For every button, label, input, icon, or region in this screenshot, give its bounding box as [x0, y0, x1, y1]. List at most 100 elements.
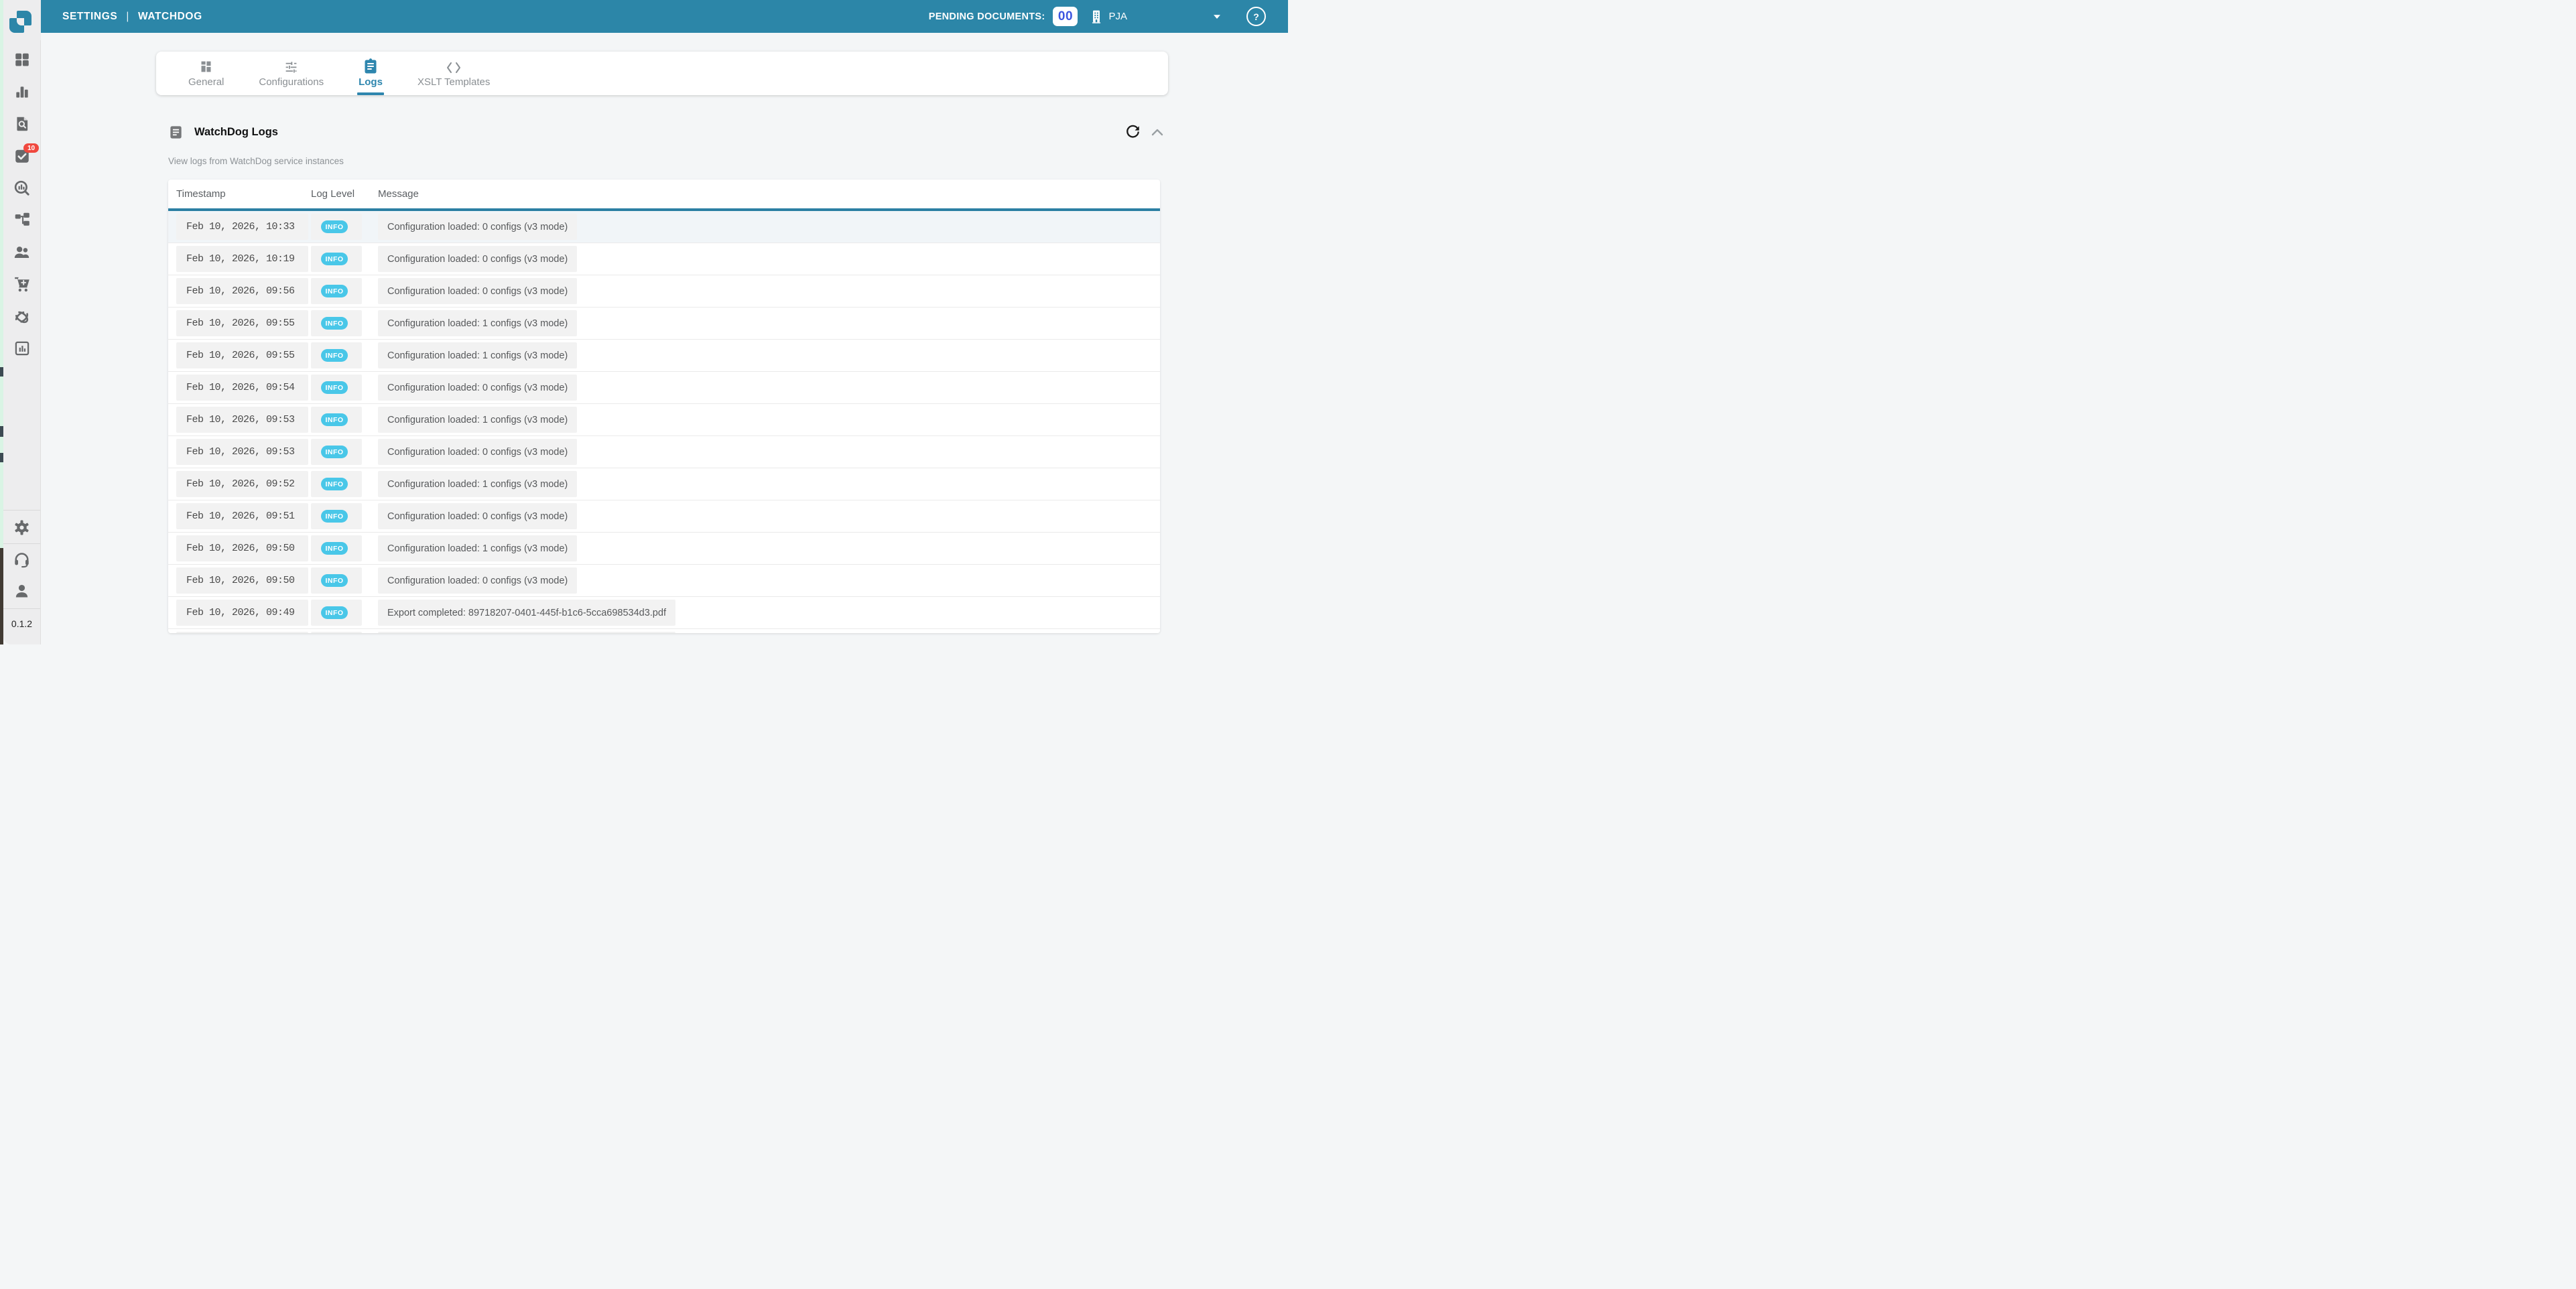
- account-menu-button[interactable]: [1213, 14, 1221, 19]
- dashboard-icon: [13, 51, 31, 68]
- logs-table: Timestamp Log Level Message Feb 10, 2026…: [168, 180, 1160, 633]
- sidebar-item-settings[interactable]: [3, 516, 40, 539]
- log-level-badge: INFO: [321, 413, 348, 426]
- log-row[interactable]: Feb 10, 2026, 09:49 INFO Export completed:…: [168, 597, 1160, 629]
- help-icon: ?: [1253, 11, 1259, 22]
- log-level-badge: INFO: [321, 285, 348, 297]
- topbar: SETTINGS | WATCHDOG PENDING DOCUMENTS: 0…: [41, 0, 1288, 33]
- log-message: Configuration loaded: 0 configs (v3 mode…: [387, 511, 568, 522]
- sidebar-item-cart[interactable]: [3, 273, 40, 295]
- tab-configurations[interactable]: Configurations: [241, 52, 341, 95]
- log-row[interactable]: Feb 10, 2026, 10:19INFOConfiguration loa…: [168, 243, 1160, 275]
- column-header-loglevel[interactable]: Log Level: [311, 188, 378, 200]
- log-message: Configuration loaded: 1 configs (v3 mode…: [387, 350, 568, 361]
- log-message: Configuration loaded: 0 configs (v3 mode…: [387, 254, 568, 265]
- sidebar-item-search-analytics[interactable]: [3, 176, 40, 199]
- help-button[interactable]: ?: [1246, 7, 1266, 26]
- headset-icon: [13, 551, 31, 569]
- log-message: Export completed: 89718207-0401-445f-b1c…: [387, 608, 666, 618]
- sidebar-item-document-search[interactable]: [3, 113, 40, 135]
- organization-label: PJA: [1108, 11, 1127, 22]
- bar-chart-icon: [13, 83, 31, 100]
- sidebar-divider: [3, 608, 40, 609]
- table-header-row: Timestamp Log Level Message: [168, 180, 1160, 211]
- log-row[interactable]: Feb 10, 2026, 09:55 INFO Configuration loa…: [168, 340, 1160, 372]
- refresh-icon: [1125, 124, 1141, 139]
- tab-xslt-templates[interactable]: XSLT Templates: [400, 52, 507, 95]
- log-level-badge: INFO: [321, 606, 348, 619]
- log-row[interactable]: Feb 10, 2026, 09:50INFOConfiguration loa…: [168, 565, 1160, 597]
- log-row[interactable]: Feb 10, 2026, 09:53INFOConfiguration loa…: [168, 436, 1160, 468]
- tab-label: General: [188, 76, 224, 88]
- sidebar: 10 0.: [3, 0, 41, 644]
- tab-label: Configurations: [259, 76, 324, 88]
- collapse-panel-button[interactable]: [1151, 128, 1163, 136]
- topbar-right: PENDING DOCUMENTS: 00 PJA ?: [929, 7, 1288, 26]
- log-row[interactable]: Feb 10, 2026, 09:51INFOConfiguration loa…: [168, 500, 1160, 533]
- log-level-badge: INFO: [321, 478, 348, 490]
- log-message: Configuration loaded: 1 configs (v3 mode…: [387, 479, 568, 490]
- cart-add-icon: [13, 275, 31, 293]
- log-row[interactable]: Feb 10, 2026, 09:55INFOConfiguration loa…: [168, 308, 1160, 340]
- pending-documents-label: PENDING DOCUMENTS:: [929, 11, 1045, 22]
- sidebar-item-statistics[interactable]: [3, 337, 40, 360]
- sidebar-item-support[interactable]: [3, 548, 40, 571]
- app-logo[interactable]: [3, 0, 41, 40]
- refresh-button[interactable]: [1125, 124, 1141, 139]
- log-level-badge: INFO: [321, 510, 348, 523]
- log-timestamp: Feb 10, 2026, 09:56: [186, 285, 295, 297]
- sidebar-item-workflow[interactable]: [3, 208, 40, 230]
- app-version: 0.1.2: [3, 618, 40, 629]
- chart-box-icon: [13, 340, 31, 357]
- chevron-up-icon: [1151, 128, 1163, 136]
- search-analytics-icon: [13, 179, 31, 197]
- orbit-icon: [13, 308, 31, 326]
- sidebar-item-users[interactable]: [3, 241, 40, 263]
- sidebar-item-dashboard[interactable]: [3, 48, 40, 71]
- log-message: Configuration loaded: 1 configs (v3 mode…: [387, 318, 568, 329]
- article-icon: [168, 125, 184, 140]
- log-level-badge: INFO: [321, 349, 348, 362]
- sidebar-item-integrations[interactable]: [3, 306, 40, 328]
- sidebar-divider: [3, 543, 40, 544]
- tab-logs[interactable]: Logs: [341, 52, 400, 95]
- column-header-message[interactable]: Message: [378, 188, 419, 200]
- log-row[interactable]: Feb 10, 2026, 09:54 INFO Configuration loa…: [168, 372, 1160, 404]
- tasks-notification-badge: 10: [23, 143, 39, 153]
- tune-icon: [284, 59, 298, 74]
- pending-documents-count[interactable]: 00: [1053, 7, 1078, 26]
- people-icon: [13, 243, 31, 261]
- breadcrumb-divider: |: [126, 11, 129, 23]
- panel-subtitle: View logs from WatchDog service instance…: [168, 156, 344, 166]
- organization-selector[interactable]: PJA: [1088, 9, 1127, 25]
- log-timestamp: Feb 10, 2026, 09:55: [186, 350, 295, 361]
- log-message: Configuration loaded: 0 configs (v3 mode…: [387, 447, 568, 458]
- log-message: Configuration loaded: 0 configs (v3 mode…: [387, 383, 568, 393]
- log-row[interactable]: Feb 10, 2026, 09:56INFOConfiguration loa…: [168, 275, 1160, 308]
- log-row[interactable]: Feb 10, 2026, 09:50INFOConfiguration loa…: [168, 533, 1160, 565]
- log-timestamp: Feb 10, 2026, 10:19: [186, 253, 295, 265]
- log-row[interactable]: Feb 10, 2026, 09:52INFOConfiguration loa…: [168, 468, 1160, 500]
- tab-label: XSLT Templates: [417, 76, 490, 88]
- sidebar-item-profile[interactable]: [3, 580, 40, 602]
- workflow-tree-icon: [13, 210, 31, 228]
- log-level-badge: INFO: [321, 381, 348, 394]
- log-row[interactable]: Feb 10, 2026, 09:53INFOConfiguration loa…: [168, 404, 1160, 436]
- log-level-badge: INFO: [321, 542, 348, 555]
- log-row[interactable]: Feb 10, 2026, 10:33INFOConfiguration loa…: [168, 211, 1160, 243]
- log-row[interactable]: Feb 10, 2026, 09:48INFOExport completed:…: [168, 629, 1160, 633]
- tab-general[interactable]: General: [171, 52, 241, 95]
- clipboard-icon: [364, 59, 377, 74]
- log-timestamp: Feb 10, 2026, 09:54: [186, 382, 295, 393]
- person-icon: [13, 582, 31, 600]
- sidebar-item-reports[interactable]: [3, 80, 40, 103]
- panel-title: WatchDog Logs: [194, 126, 278, 139]
- settings-tabs: General Configurations Logs XSLT Templat…: [156, 52, 1168, 95]
- log-timestamp: Feb 10, 2026, 09:50: [186, 543, 295, 554]
- breadcrumb: SETTINGS | WATCHDOG: [62, 11, 202, 23]
- log-level-badge: INFO: [321, 446, 348, 458]
- sidebar-divider: [3, 510, 40, 511]
- column-header-timestamp[interactable]: Timestamp: [176, 188, 311, 200]
- log-timestamp: Feb 10, 2026, 10:33: [186, 221, 295, 232]
- log-timestamp: Feb 10, 2026, 09:49: [186, 607, 295, 618]
